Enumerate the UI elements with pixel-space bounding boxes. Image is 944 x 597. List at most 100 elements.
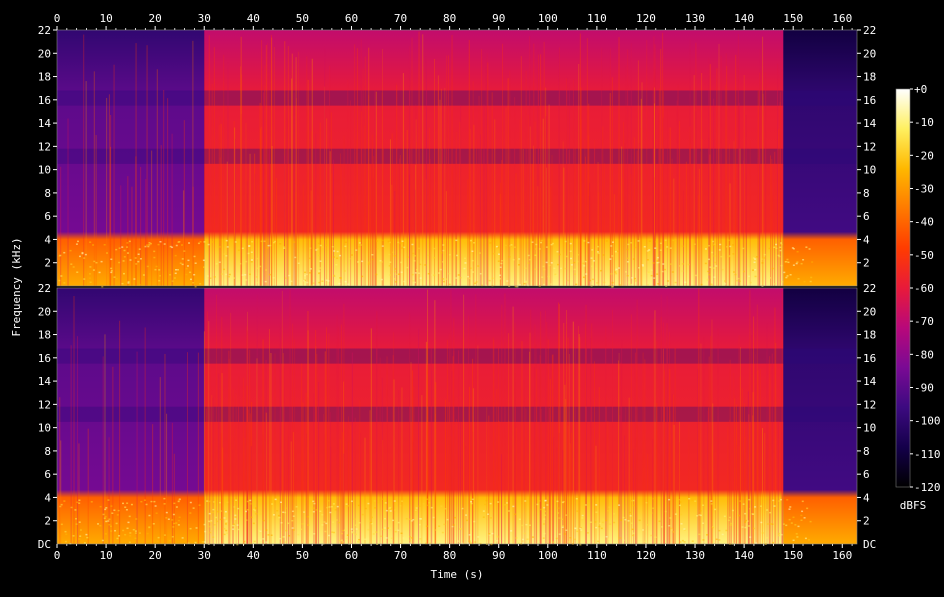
low-band-fleck [295,506,298,508]
low-band-fleck [656,261,659,264]
low-band-fleck [763,257,766,259]
low-band-fleck [702,504,705,506]
low-band-fleck [748,525,751,527]
low-band-fleck [177,500,180,503]
transient-streak [246,193,248,286]
low-band-fleck [110,530,113,532]
low-band-fleck [669,517,672,519]
low-band-fleck [713,276,716,278]
transient-streak [685,161,687,286]
transient-streak [716,68,718,286]
low-band-fleck [332,256,335,258]
low-band-fleck [451,525,454,528]
low-band-fleck [702,539,705,541]
low-band-fleck [488,533,491,535]
transient-streak [520,56,522,287]
low-band-fleck [63,282,66,284]
low-band-fleck [470,502,473,505]
low-band-fleck [215,516,218,519]
transient-streak [281,290,283,544]
spectrogram-panel-upper [56,29,858,288]
low-band-fleck [387,240,390,243]
low-band-fleck [113,509,116,511]
transient-streak [437,84,439,286]
transient-streak [771,353,773,544]
low-band-fleck [737,277,740,280]
low-band-fleck [707,258,710,261]
low-band-fleck [388,253,391,256]
low-band-fleck [792,516,795,519]
transient-streak [602,126,604,287]
transient-streak [476,138,478,286]
transient-streak [171,422,173,544]
transient-streak [403,105,405,287]
transient-streak [709,64,711,286]
low-band-fleck [78,538,81,540]
x-tick-label: 20 [149,549,162,562]
x-tick-label: 80 [443,12,456,25]
transient-streak [535,344,537,544]
transient-streak [392,355,394,544]
low-band-fleck [371,253,374,256]
low-band-fleck [788,518,791,521]
low-band-fleck [537,520,540,522]
transient-streak [434,59,436,287]
low-band-fleck [542,537,545,539]
low-band-fleck [631,528,634,531]
low-band-fleck [780,264,783,267]
low-band-fleck [602,254,605,256]
y-tick-label: 4 [44,491,51,504]
low-band-fleck [410,537,413,539]
low-band-fleck [674,513,677,515]
low-band-fleck [211,241,214,243]
low-band-fleck [753,261,756,264]
low-band-fleck [438,525,441,527]
y-tick-label: 6 [863,210,870,223]
low-band-fleck [332,503,335,505]
transient-streak [699,429,701,544]
transient-streak [337,326,339,544]
colorbar-tick-label: -60 [914,282,934,295]
transient-streak [389,139,391,286]
spectrogram-figure: 2 2 4 4 6 6 8 8 10 10 12 12 14 14 16 16 18 18 20 20 22 22 2 2 4 4… [0,0,944,593]
low-band-fleck [237,249,240,251]
low-band-fleck [448,272,451,275]
spectrogram-panel-lower [56,287,858,546]
low-band-fleck [394,281,397,283]
low-band-fleck [389,274,392,276]
low-band-fleck [146,532,149,535]
low-band-fleck [512,258,515,261]
y-tick-label: 20 [863,47,876,60]
low-band-fleck [163,534,166,536]
low-band-fleck [88,273,91,275]
low-band-fleck [146,244,149,246]
low-band-fleck [249,503,252,505]
low-band-fleck [455,254,458,257]
low-band-fleck [614,250,617,253]
low-band-fleck [563,533,566,535]
low-band-fleck [749,281,752,284]
transient-streak [654,310,656,544]
low-band-fleck [312,510,315,513]
low-band-fleck [223,527,226,530]
low-band-fleck [104,515,107,518]
low-band-fleck [380,535,383,538]
low-band-fleck [175,522,178,524]
transient-streak [647,453,649,544]
low-band-fleck [724,283,727,285]
low-band-fleck [626,261,629,263]
transient-streak [567,425,569,544]
transient-streak [558,432,560,544]
transient-streak [302,402,304,544]
low-band-fleck [637,240,640,242]
low-band-fleck [84,253,87,256]
low-band-fleck [693,243,696,245]
transient-streak [455,131,457,286]
low-band-fleck [99,505,102,508]
low-band-fleck [209,531,212,534]
low-band-fleck [199,283,202,285]
transient-streak [235,393,237,544]
low-band-fleck [389,510,392,512]
low-band-fleck [241,274,244,276]
low-band-fleck [744,512,747,515]
